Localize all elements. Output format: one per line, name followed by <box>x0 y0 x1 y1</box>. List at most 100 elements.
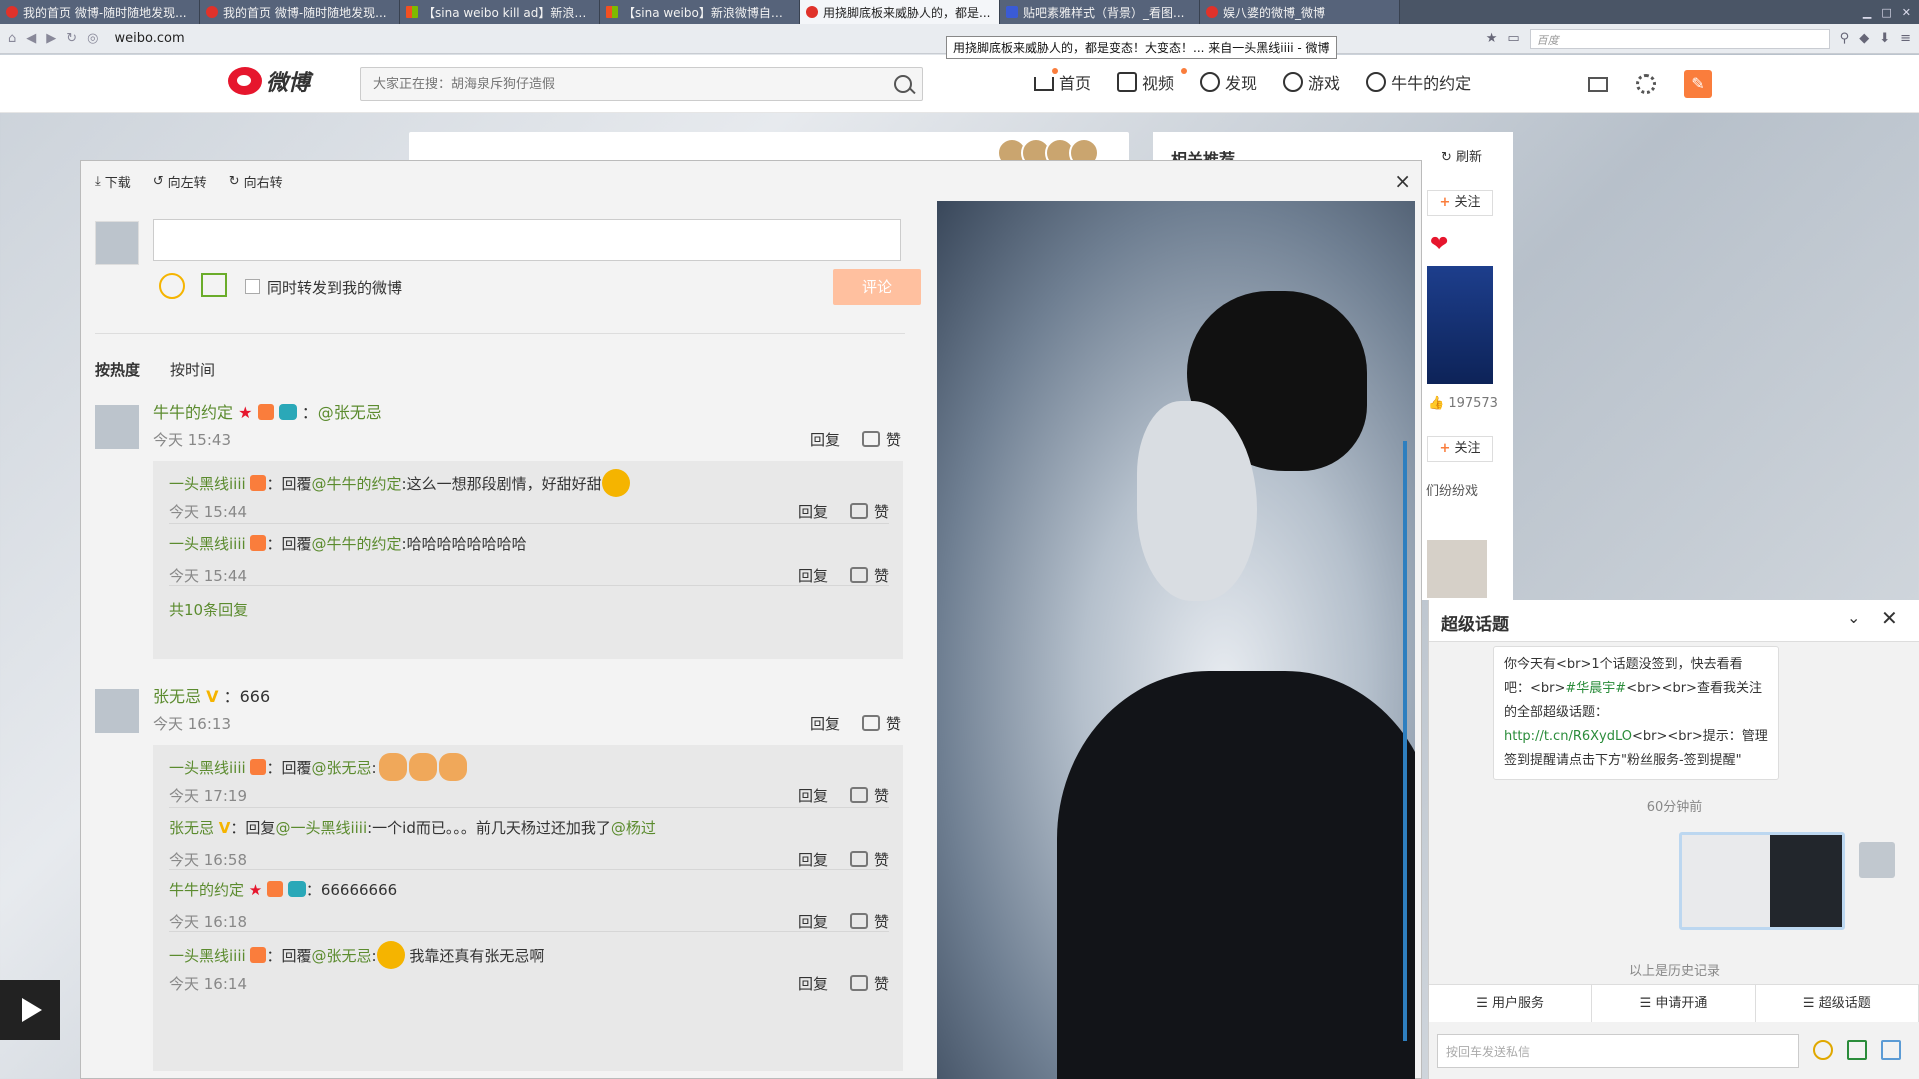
topic-link[interactable]: #华晨宇# <box>1565 681 1626 696</box>
like-button[interactable]: 赞 <box>849 501 889 522</box>
recommend-thumbnail[interactable] <box>1427 540 1487 598</box>
nav-video[interactable]: 视频 <box>1117 68 1188 94</box>
reply-author[interactable]: 牛牛的约定 <box>169 881 244 899</box>
like-button[interactable]: 赞 <box>849 785 889 806</box>
search-engine-field[interactable]: 百度 <box>1529 28 1830 49</box>
browser-tab[interactable]: 我的首页 微博-随时随地发现... <box>0 0 200 24</box>
mail-icon[interactable] <box>1588 76 1608 92</box>
menu-icon[interactable]: ≡ <box>1900 31 1911 46</box>
search-icon[interactable] <box>894 75 912 93</box>
photo-scrollbar[interactable] <box>1403 441 1407 1041</box>
video-play-thumbnail[interactable] <box>0 980 60 1040</box>
like-button[interactable]: 赞 <box>849 911 889 932</box>
close-icon[interactable]: ✕ <box>1881 606 1898 630</box>
comment-author[interactable]: 牛牛的约定 <box>153 403 233 422</box>
nav-discover[interactable]: 发现 <box>1200 70 1257 94</box>
forward-checkbox[interactable] <box>245 279 260 294</box>
url-link[interactable]: http://t.cn/R6XydLO <box>1504 729 1632 744</box>
maximize-icon[interactable]: □ <box>1881 6 1891 19</box>
menu-label: 用户服务 <box>1492 996 1545 1011</box>
mention-link[interactable]: @牛牛的约定 <box>311 475 401 493</box>
reply-author[interactable]: 一头黑线iiii <box>169 535 246 553</box>
search-icon[interactable]: ⚲ <box>1840 31 1850 46</box>
attachment-icon[interactable] <box>1881 1040 1901 1060</box>
viewer-close-icon[interactable]: × <box>1394 169 1411 193</box>
avatar[interactable] <box>95 405 139 449</box>
window-close-icon[interactable]: ✕ <box>1902 6 1911 19</box>
search-input[interactable] <box>361 68 861 100</box>
reply-button[interactable]: 回复 <box>810 429 840 450</box>
thumb-up-icon <box>849 503 868 519</box>
mention-link[interactable]: @张无忌 <box>318 403 382 422</box>
url-field[interactable]: weibo.com <box>115 31 185 46</box>
gear-icon[interactable] <box>1636 74 1656 94</box>
extension-icon[interactable]: ◆ <box>1859 31 1869 46</box>
weibo-logo[interactable]: 微博 <box>228 65 310 97</box>
like-button[interactable]: 赞 <box>861 429 901 450</box>
menu-user-service[interactable]: ☰ 用户服务 <box>1429 985 1593 1022</box>
star-icon[interactable]: ★ <box>1486 31 1498 46</box>
download-icon[interactable]: ⬇ <box>1879 31 1890 46</box>
browser-tab[interactable]: 【sina weibo kill ad】新浪微... <box>400 0 600 24</box>
message-input[interactable]: 按回车发送私信 <box>1437 1034 1799 1068</box>
like-button[interactable]: 赞 <box>861 713 901 734</box>
reply-button[interactable]: 回复 <box>798 849 828 870</box>
menu-apply[interactable]: ☰ 申请开通 <box>1592 985 1756 1022</box>
reply-button[interactable]: 回复 <box>798 911 828 932</box>
reply-author[interactable]: 张无忌 <box>169 819 214 837</box>
browser-tab[interactable]: 我的首页 微博-随时随地发现... <box>200 0 400 24</box>
bookmark-icon[interactable]: ▭ <box>1507 31 1519 46</box>
rotate-left-button[interactable]: ↺ 向左转 <box>153 173 207 191</box>
minimize-icon[interactable]: ▁ <box>1863 6 1871 19</box>
reply-button[interactable]: 回复 <box>798 565 828 586</box>
image-icon[interactable] <box>201 273 227 297</box>
reply-author[interactable]: 一头黑线iiii <box>169 759 246 777</box>
comment-input[interactable] <box>153 219 901 261</box>
chevron-down-icon[interactable]: ⌄ <box>1847 608 1860 627</box>
emoji-icon[interactable] <box>159 273 185 299</box>
mention-link[interactable]: @张无忌 <box>311 947 371 965</box>
back-icon[interactable]: ◀ <box>26 31 36 46</box>
emoji-icon[interactable] <box>1813 1040 1833 1060</box>
browser-tab[interactable]: 【sina weibo】新浪微博自定... <box>600 0 800 24</box>
reply-author[interactable]: 一头黑线iiii <box>169 475 246 493</box>
comment-author[interactable]: 张无忌 <box>153 687 201 706</box>
rotate-right-button[interactable]: ↻ 向右转 <box>229 173 283 191</box>
reply-button[interactable]: 回复 <box>810 713 840 734</box>
avatar[interactable] <box>95 689 139 733</box>
reply-button[interactable]: 回复 <box>798 973 828 994</box>
forward-icon[interactable]: ▶ <box>46 31 56 46</box>
like-button[interactable]: 赞 <box>849 849 889 870</box>
follow-button[interactable]: + 关注 <box>1427 190 1493 216</box>
home-icon[interactable]: ⌂ <box>8 31 16 46</box>
reply-button[interactable]: 回复 <box>798 501 828 522</box>
more-replies-link[interactable]: 共10条回复 <box>169 599 248 620</box>
download-button[interactable]: ⤓ 下载 <box>95 173 131 191</box>
reload-icon[interactable]: ↻ <box>66 31 77 46</box>
reply-button[interactable]: 回复 <box>798 785 828 806</box>
follow-button[interactable]: + 关注 <box>1427 436 1493 462</box>
mention-link[interactable]: @杨过 <box>611 819 656 837</box>
submit-comment-button[interactable]: 评论 <box>833 269 921 305</box>
tab-sort-time[interactable]: 按时间 <box>170 359 215 380</box>
nav-games[interactable]: 游戏 <box>1283 70 1340 94</box>
menu-super-topic[interactable]: ☰ 超级话题 <box>1756 985 1919 1022</box>
image-icon[interactable] <box>1847 1040 1867 1060</box>
nav-home[interactable]: 首页 <box>1034 68 1091 94</box>
like-button[interactable]: 赞 <box>849 973 889 994</box>
refresh-button[interactable]: ↻ 刷新 <box>1441 146 1482 165</box>
browser-tab[interactable]: 贴吧素雅样式（背景）_看图... <box>1000 0 1200 24</box>
browser-tab-active[interactable]: 用挠脚底板来威胁人的，都是... <box>800 0 1000 24</box>
nav-profile[interactable]: 牛牛的约定 <box>1366 70 1471 94</box>
recommend-image[interactable] <box>1427 266 1493 384</box>
compose-icon[interactable]: ✎ <box>1684 70 1712 98</box>
tab-sort-hot[interactable]: 按热度 <box>95 359 140 380</box>
mention-link[interactable]: @牛牛的约定 <box>311 535 401 553</box>
chat-image[interactable] <box>1679 832 1845 930</box>
mention-link[interactable]: @张无忌 <box>311 759 371 777</box>
comment-time: 今天 16:13 <box>153 715 231 733</box>
like-button[interactable]: 赞 <box>849 565 889 586</box>
mention-link[interactable]: @一头黑线iiii <box>275 819 367 837</box>
browser-tab[interactable]: 娱八婆的微博_微博 <box>1200 0 1400 24</box>
reply-author[interactable]: 一头黑线iiii <box>169 947 246 965</box>
